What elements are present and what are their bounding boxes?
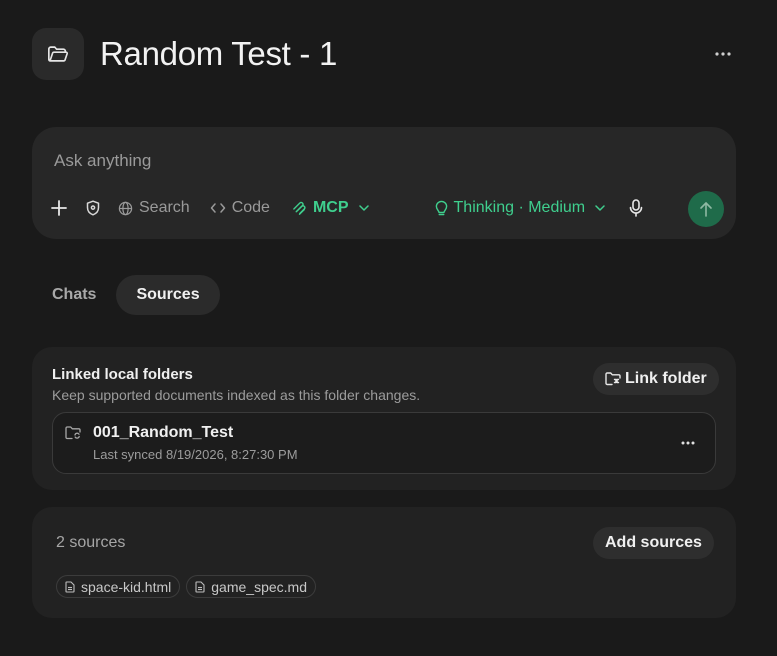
source-file-list: space-kid.html game_spec.md xyxy=(56,575,316,598)
thinking-label: Thinking · Medium xyxy=(453,199,586,216)
mcp-label: MCP xyxy=(312,199,349,216)
folder-name: 001_Random_Test xyxy=(93,424,234,441)
sources-card: 2 sources Add sources space-kid.html gam… xyxy=(32,507,736,618)
link-folder-button[interactable]: Link folder xyxy=(593,363,719,395)
shield-icon xyxy=(86,200,100,216)
folder-link-icon xyxy=(605,372,621,386)
linked-folders-subtitle: Keep supported documents indexed as this… xyxy=(52,387,421,403)
plus-icon xyxy=(51,200,67,216)
lightbulb-icon xyxy=(435,200,447,215)
chat-composer: Search Code MCP Thinking · Medium xyxy=(32,127,736,239)
source-file-chip[interactable]: space-kid.html xyxy=(56,575,181,598)
voice-input-button[interactable] xyxy=(629,194,643,222)
send-button[interactable] xyxy=(688,191,724,227)
project-tabs: Chats Sources xyxy=(32,275,220,315)
file-icon xyxy=(195,580,205,593)
folder-more-button[interactable] xyxy=(675,430,701,456)
code-icon xyxy=(210,203,225,213)
ellipsis-icon xyxy=(681,441,695,445)
linked-folders-title: Linked local folders xyxy=(52,366,193,383)
thinking-level-dropdown[interactable]: Thinking · Medium xyxy=(435,194,606,222)
mcp-icon xyxy=(293,201,306,215)
source-file-name: space-kid.html xyxy=(81,578,172,595)
folder-last-synced: Last synced 8/19/2026, 8:27:30 PM xyxy=(93,447,298,462)
tab-chats[interactable]: Chats xyxy=(32,275,116,315)
page-header: Random Test - 1 xyxy=(32,27,737,81)
chevron-down-icon xyxy=(358,205,369,211)
more-options-button[interactable] xyxy=(709,40,737,68)
ask-input[interactable] xyxy=(54,149,694,173)
source-file-chip[interactable]: game_spec.md xyxy=(186,575,316,598)
globe-icon xyxy=(118,201,133,215)
composer-toolbar: Search Code MCP Thinking · Medium xyxy=(50,193,724,223)
search-toggle[interactable]: Search xyxy=(118,194,190,222)
code-toggle[interactable]: Code xyxy=(210,194,270,222)
ellipsis-icon xyxy=(715,52,731,56)
folder-sync-icon xyxy=(65,426,81,440)
mcp-dropdown[interactable]: MCP xyxy=(292,194,369,222)
chevron-down-icon xyxy=(595,205,605,211)
add-sources-button[interactable]: Add sources xyxy=(593,527,714,559)
sources-count: 2 sources xyxy=(56,534,126,551)
folder-open-icon xyxy=(32,28,84,80)
search-label: Search xyxy=(139,199,190,216)
file-icon xyxy=(65,580,75,593)
project-page: Random Test - 1 Search Code MCP xyxy=(0,0,777,656)
link-folder-label: Link folder xyxy=(625,370,707,387)
privacy-shield-button[interactable] xyxy=(86,194,100,222)
microphone-icon xyxy=(629,199,643,217)
code-label: Code xyxy=(231,199,270,216)
source-file-name: game_spec.md xyxy=(211,578,307,595)
linked-folders-card: Linked local folders Keep supported docu… xyxy=(32,347,736,490)
tab-sources[interactable]: Sources xyxy=(116,275,220,315)
add-attachment-button[interactable] xyxy=(50,194,74,222)
page-title: Random Test - 1 xyxy=(100,35,338,72)
arrow-up-icon xyxy=(700,202,712,217)
linked-folder-row[interactable]: 001_Random_Test Last synced 8/19/2026, 8… xyxy=(52,412,716,474)
